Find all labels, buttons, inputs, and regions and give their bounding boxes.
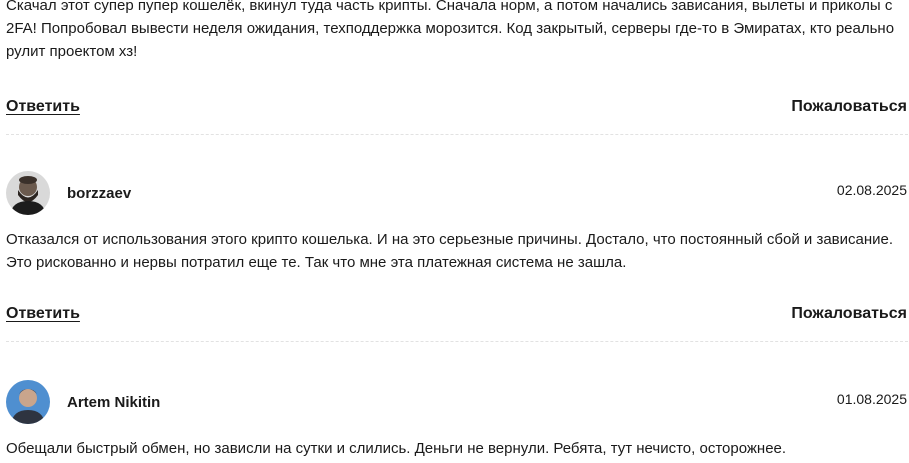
comment-text: Обещали быстрый обмен, но зависли на сут… (6, 440, 787, 457)
comment-date: 01.08.2025 (836, 391, 907, 407)
comment-item: Artem Nikitin 01.08.2025 Обещали быстрый… (6, 380, 909, 460)
report-button[interactable]: Пожаловаться (791, 305, 909, 323)
comment-header: Artem Nikitin 01.08.2025 (6, 380, 909, 424)
comment-actions: Ответить Пожаловаться (6, 304, 909, 324)
comment-divider (6, 341, 908, 342)
man-avatar-icon (6, 380, 50, 424)
reply-button[interactable]: Ответить (6, 98, 80, 116)
comment-divider (6, 134, 908, 135)
comment-author[interactable]: borzzaev (67, 185, 837, 202)
comment-date: 02.08.2025 (836, 182, 907, 198)
user-avatar[interactable] (6, 380, 50, 424)
comment-text: Отказался от использования этого крипто … (6, 231, 894, 271)
comment-item: borzzaev 02.08.2025 Отказался от использ… (6, 171, 909, 342)
report-button[interactable]: Пожаловаться (791, 98, 909, 116)
comment-author[interactable]: Artem Nikitin (67, 394, 837, 411)
comment-item: Скачал этот супер пупер кошелёк, вкинул … (6, 0, 909, 135)
comment-actions: Ответить Пожаловаться (6, 97, 909, 117)
reply-button[interactable]: Ответить (6, 305, 80, 323)
bearded-man-avatar-icon (6, 171, 50, 215)
user-avatar[interactable] (6, 171, 50, 215)
comment-header: borzzaev 02.08.2025 (6, 171, 909, 215)
comments-feed: Скачал этот супер пупер кошелёк, вкинул … (6, 0, 909, 460)
comment-text: Скачал этот супер пупер кошелёк, вкинул … (6, 0, 895, 60)
